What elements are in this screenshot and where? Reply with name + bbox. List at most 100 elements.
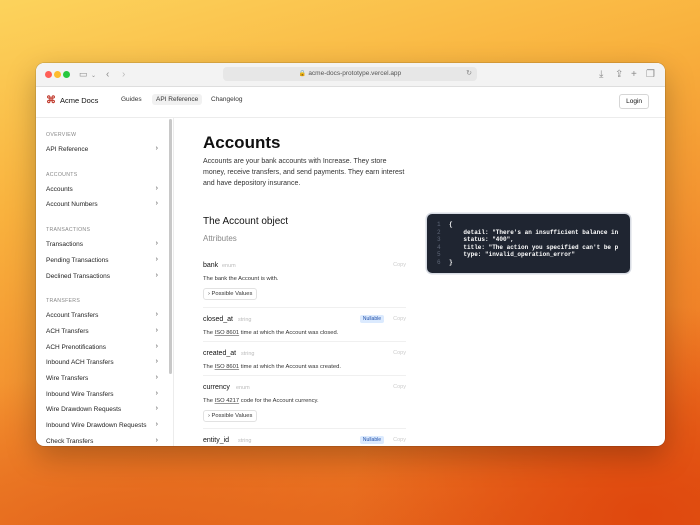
download-icon[interactable]: ⤓ bbox=[599, 68, 603, 81]
browser-toolbar: ▭ ⌄ ‹ › 🔒 acme-docs-prototype.vercel.app … bbox=[36, 63, 665, 87]
sidebar-section-title: TRANSACTIONS bbox=[46, 227, 91, 234]
sidebar-section-title: TRANSFERS bbox=[46, 298, 81, 305]
sidebar-item-declined-transactions[interactable]: Declined Transactions › bbox=[46, 271, 158, 280]
chevron-right-icon: › bbox=[155, 389, 158, 397]
code-text: detail: "There's an insufficient balance… bbox=[449, 228, 619, 236]
attribute-divider bbox=[203, 428, 406, 429]
zoom-window-button[interactable] bbox=[63, 71, 70, 78]
chevron-right-icon: › bbox=[155, 145, 158, 152]
sidebar-item-wire-drawdown-requests[interactable]: Wire Drawdown Requests › bbox=[46, 405, 158, 413]
login-button[interactable]: Login bbox=[619, 94, 649, 109]
address-bar[interactable]: 🔒 acme-docs-prototype.vercel.app ↻ bbox=[223, 67, 477, 81]
chevron-right-icon: › bbox=[155, 200, 158, 208]
share-icon[interactable]: ⇪ bbox=[615, 68, 623, 81]
sidebar-item-api-reference[interactable]: API Reference › bbox=[46, 145, 158, 153]
copy-button[interactable]: Copy bbox=[393, 262, 406, 268]
attribute-name: entity_id bbox=[203, 437, 230, 444]
site-header: ⌘ Acme Docs Guides API Reference Changel… bbox=[36, 87, 665, 118]
sidebar-item-label: Inbound Wire Transfers bbox=[46, 390, 114, 398]
attribute-description: The bank the Account is with. bbox=[203, 276, 278, 282]
nav-guides[interactable]: Guides bbox=[121, 96, 142, 103]
chevron-right-icon: › bbox=[155, 358, 158, 366]
attributes-heading: Attributes bbox=[203, 234, 237, 243]
chevron-right-icon: › bbox=[155, 374, 158, 381]
sidebar-item-inbound-ach-transfers[interactable]: Inbound ACH Transfers › bbox=[46, 358, 158, 366]
sidebar-item-wire-transfers[interactable]: Wire Transfers › bbox=[46, 374, 158, 382]
sidebar-item-account-transfers[interactable]: Account Transfers › bbox=[46, 311, 158, 319]
new-tab-icon[interactable]: + bbox=[631, 68, 637, 81]
sidebar-item-label: Pending Transactions bbox=[46, 256, 109, 264]
copy-button[interactable]: Copy bbox=[393, 384, 406, 390]
minimize-window-button[interactable] bbox=[54, 71, 61, 78]
browser-window: ▭ ⌄ ‹ › 🔒 acme-docs-prototype.vercel.app … bbox=[36, 63, 665, 446]
sidebar-item-inbound-wire-drawdown-requests[interactable]: Inbound Wire Drawdown Requests › bbox=[46, 421, 158, 429]
main-content: Accounts Accounts are your bank accounts… bbox=[173, 117, 665, 446]
sidebar-item-label: Check Transfers bbox=[46, 437, 94, 445]
possible-values-label: Possible Values bbox=[211, 291, 253, 297]
page-intro: Accounts are your bank accounts with Inc… bbox=[203, 158, 405, 187]
sidebar-item-label: Account Numbers bbox=[46, 201, 98, 209]
copy-button[interactable]: Copy bbox=[393, 437, 406, 443]
attribute-name: created_at bbox=[203, 350, 237, 357]
chevron-right-icon: › bbox=[155, 436, 158, 444]
sidebar-item-label: Wire Transfers bbox=[46, 375, 89, 382]
brand-logo-icon: ⌘ bbox=[46, 95, 56, 106]
code-text: type: "invalid_operation_error" bbox=[449, 251, 576, 259]
object-title: The Account object bbox=[203, 216, 289, 227]
chevron-down-icon[interactable]: ⌄ bbox=[91, 70, 96, 83]
attribute-type: enum bbox=[222, 263, 236, 269]
sidebar-item-label: Accounts bbox=[46, 185, 73, 193]
chevron-right-icon: › bbox=[155, 184, 158, 192]
description-text: The bbox=[203, 364, 215, 370]
back-icon[interactable]: ‹ bbox=[106, 68, 109, 81]
copy-button[interactable]: Copy bbox=[393, 316, 406, 322]
chevron-right-icon: › bbox=[155, 405, 158, 413]
attribute-name: closed_at bbox=[203, 316, 233, 323]
possible-values-toggle[interactable]: › Possible Values bbox=[203, 288, 258, 300]
description-text: time at which the Account was created. bbox=[239, 364, 341, 370]
close-window-button[interactable] bbox=[45, 71, 52, 78]
sidebar-item-transactions[interactable]: Transactions › bbox=[46, 240, 158, 248]
tab-overview-icon[interactable]: ❐ bbox=[646, 68, 655, 81]
attribute-description: The ISO 8601 time at which the Account w… bbox=[203, 330, 338, 336]
sidebar-section-title: ACCOUNTS bbox=[46, 171, 78, 178]
description-text: The bbox=[203, 398, 215, 404]
attribute-type: string bbox=[241, 351, 255, 357]
nav-changelog[interactable]: Changelog bbox=[211, 96, 242, 103]
description-text: time at which the Account was closed. bbox=[239, 330, 339, 336]
sidebar-item-ach-prenotifications[interactable]: ACH Prenotifications › bbox=[46, 343, 158, 351]
standard-link[interactable]: ISO 8601 bbox=[215, 330, 240, 336]
url-text: acme-docs-prototype.vercel.app bbox=[308, 70, 402, 77]
code-text: status: "400", bbox=[449, 236, 514, 244]
possible-values-label: Possible Values bbox=[211, 413, 253, 419]
sidebar-item-label: ACH Prenotifications bbox=[46, 343, 106, 351]
chevron-right-icon: › bbox=[155, 326, 158, 334]
code-text: title: "The action you specified can't b… bbox=[449, 243, 619, 251]
attribute-divider bbox=[203, 341, 406, 342]
sidebar-item-check-transfers[interactable]: Check Transfers › bbox=[46, 436, 158, 445]
brand-name[interactable]: Acme Docs bbox=[60, 96, 98, 105]
copy-button[interactable]: Copy bbox=[393, 350, 406, 356]
line-number: 2 bbox=[437, 228, 441, 236]
possible-values-toggle[interactable]: › Possible Values bbox=[203, 410, 258, 422]
sidebar-item-account-numbers[interactable]: Account Numbers › bbox=[46, 200, 158, 209]
sidebar-item-accounts[interactable]: Accounts › bbox=[46, 184, 158, 193]
attribute-description: The ISO 8601 time at which the Account w… bbox=[203, 364, 341, 370]
sidebar-toggle-icon[interactable]: ▭ bbox=[79, 68, 88, 81]
sidebar-scrollbar[interactable] bbox=[169, 119, 172, 374]
standard-link[interactable]: ISO 8601 bbox=[215, 364, 240, 370]
attribute-divider bbox=[203, 375, 406, 376]
page-title: Accounts bbox=[203, 133, 281, 152]
chevron-right-icon: › bbox=[155, 271, 158, 279]
line-number: 1 bbox=[437, 221, 441, 228]
chevron-right-icon: › bbox=[155, 255, 158, 263]
line-number: 3 bbox=[437, 236, 441, 244]
forward-icon[interactable]: › bbox=[122, 68, 125, 81]
standard-link[interactable]: ISO 4217 bbox=[215, 398, 240, 404]
sidebar-item-pending-transactions[interactable]: Pending Transactions › bbox=[46, 255, 158, 264]
nullable-badge: Nullable bbox=[359, 315, 384, 323]
nav-api-reference[interactable]: API Reference bbox=[152, 94, 203, 105]
reload-icon[interactable]: ↻ bbox=[466, 67, 472, 81]
sidebar-item-ach-transfers[interactable]: ACH Transfers › bbox=[46, 326, 158, 335]
sidebar-item-inbound-wire-transfers[interactable]: Inbound Wire Transfers › bbox=[46, 389, 158, 398]
